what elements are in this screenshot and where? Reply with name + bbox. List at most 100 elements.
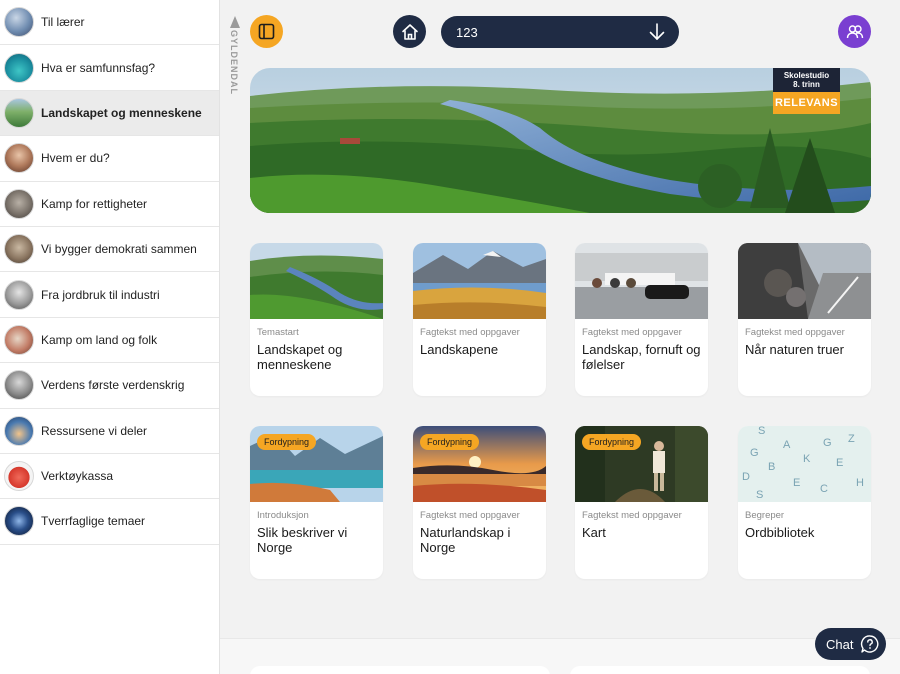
card-type: Fagtekst med oppgaver [745,327,845,338]
svg-text:C: C [820,483,828,495]
next-section-card [250,666,550,674]
svg-text:H: H [856,477,864,489]
card-ordbibliotek[interactable]: S A G Z G K E B D E C H S Begreper Ordbi… [738,426,871,579]
thumb-image [4,52,34,83]
user-profile-button[interactable] [838,15,871,48]
sidebar-item-verktoykassa[interactable]: Verktøykassa [0,454,219,500]
thumb-image [4,370,34,401]
product-badge: Skolestudio 8. trinn RELEVANS [773,68,840,114]
decorative-letters: S [758,426,765,437]
sidebar-item-kamp-om-land-og-folk[interactable]: Kamp om land og folk [0,318,219,364]
card-slik-beskriver-vi-norge[interactable]: Fordypning Introduksjon Slik beskriver v… [250,426,383,579]
sidebar-item-label: Hvem er du? [41,151,110,166]
sidebar-item-verdens-forste-verdenskrig[interactable]: Verdens første verdenskrig [0,363,219,409]
thumb-image [4,324,34,355]
card-landskap-fornuft-og-folelser[interactable]: Fagtekst med oppgaver Landskap, fornuft … [575,243,708,396]
sidebar-item-label: Hva er samfunnsfag? [41,60,156,75]
sidebar-item-label: Tverrfaglige temaer [41,514,146,529]
svg-text:D: D [742,471,750,483]
sidebar-item-vi-bygger-demokrati[interactable]: Vi bygger demokrati sammen [0,227,219,273]
card-title: Ordbibliotek [745,525,815,540]
card-nar-naturen-truer[interactable]: Fagtekst med oppgaver Når naturen truer [738,243,871,396]
sidebar-item-label: Fra jordbruk til industri [41,287,160,302]
card-type: Fagtekst med oppgaver [420,510,520,521]
product-badge-label: Skolestudio 8. trinn [773,68,840,92]
sidebar-item-label: Kamp for rettigheter [41,196,148,211]
card-naturlandskap-i-norge[interactable]: Fordypning Fagtekst med oppgaver Naturla… [413,426,546,579]
card-image [413,243,546,319]
users-icon [846,24,863,38]
card-title: Landskapet og menneskene [257,342,343,372]
svg-text:G: G [823,437,832,449]
sidebar-item-hva-er-samfunnsfag[interactable]: Hva er samfunnsfag? [0,45,219,91]
card-title: Landskap, fornuft og følelser [582,342,701,372]
sidebar-item-label: Verdens første verdenskrig [41,378,185,393]
card-title: Kart [582,525,606,540]
sidebar-item-hvem-er-du[interactable]: Hvem er du? [0,136,219,182]
next-section-card [570,666,870,674]
badge-brand: RELEVANS [773,92,840,114]
sidebar: Til lærer Hva er samfunnsfag? Landskapet… [0,0,220,674]
sidebar-toggle-button[interactable] [250,15,283,48]
card-type: Temastart [257,327,299,338]
thumb-image [4,188,34,219]
thumb-image [4,234,34,265]
chapter-select[interactable]: 123 [441,16,679,48]
sidebar-item-label: Verktøykassa [41,469,114,484]
svg-text:A: A [783,439,791,451]
card-image [738,243,871,319]
svg-text:B: B [768,461,775,473]
thumb-image [4,7,34,38]
hero-banner: Skolestudio 8. trinn RELEVANS [250,68,871,213]
home-icon [401,23,418,40]
svg-text:K: K [803,453,811,465]
sidebar-item-label: Til lærer [41,15,85,30]
card-landskapet-og-menneskene[interactable]: Temastart Landskapet og menneskene [250,243,383,396]
chat-button[interactable]: Chat [815,628,886,660]
thumb-image [4,415,34,446]
svg-text:G: G [750,447,759,459]
sidebar-item-label: Kamp om land og folk [41,332,158,347]
sidebar-item-landskapet-og-menneskene[interactable]: Landskapet og menneskene [0,90,219,137]
svg-text:Z: Z [848,433,855,445]
sidebar-item-ressursene-vi-deler[interactable]: Ressursene vi deler [0,409,219,454]
card-title: Naturlandskap i Norge [420,525,511,555]
sidebar-icon [258,23,275,40]
card-type: Fagtekst med oppgaver [582,510,682,521]
chat-label: Chat [826,636,854,652]
svg-text:S: S [756,489,763,501]
thumb-image [4,279,34,310]
sidebar-item-label: Ressursene vi deler [41,423,148,438]
publisher-name: GYLDENDAL [229,30,239,95]
thumb-image [4,143,34,174]
publisher-mark-icon [230,16,240,28]
card-landskapene[interactable]: Fagtekst med oppgaver Landskapene [413,243,546,396]
arrow-down-icon [649,23,665,40]
card-type: Begreper [745,510,785,521]
card-tag: Fordypning [582,434,642,450]
card-type: Fagtekst med oppgaver [582,327,682,338]
sidebar-item-tverrfaglige-temaer[interactable]: Tverrfaglige temaer [0,499,219,545]
card-tag: Fordypning [420,434,480,450]
card-type: Introduksjon [257,510,309,521]
svg-text:E: E [793,477,800,489]
card-kart[interactable]: Fordypning Fagtekst med oppgaver Kart [575,426,708,579]
card-type: Fagtekst med oppgaver [420,327,520,338]
card-tag: Fordypning [257,434,317,450]
card-image [575,243,708,319]
card-image [250,243,383,319]
card-image: S A G Z G K E B D E C H S [738,426,871,502]
sidebar-item-kamp-for-rettigheter[interactable]: Kamp for rettigheter [0,182,219,227]
thumb-image [4,97,34,128]
badge-line-2: 8. trinn [793,80,820,89]
sidebar-item-til-laerer[interactable]: Til lærer [0,0,219,46]
chat-help-icon [861,635,879,653]
badge-line-1: Skolestudio [783,71,830,80]
thumb-image [4,461,34,492]
svg-text:E: E [836,457,843,469]
card-title: Slik beskriver vi Norge [257,525,348,555]
sidebar-item-fra-jordbruk-til-industri[interactable]: Fra jordbruk til industri [0,272,219,318]
chapter-select-value: 123 [456,24,478,40]
sidebar-item-label: Landskapet og menneskene [41,105,202,120]
home-button[interactable] [393,15,426,48]
